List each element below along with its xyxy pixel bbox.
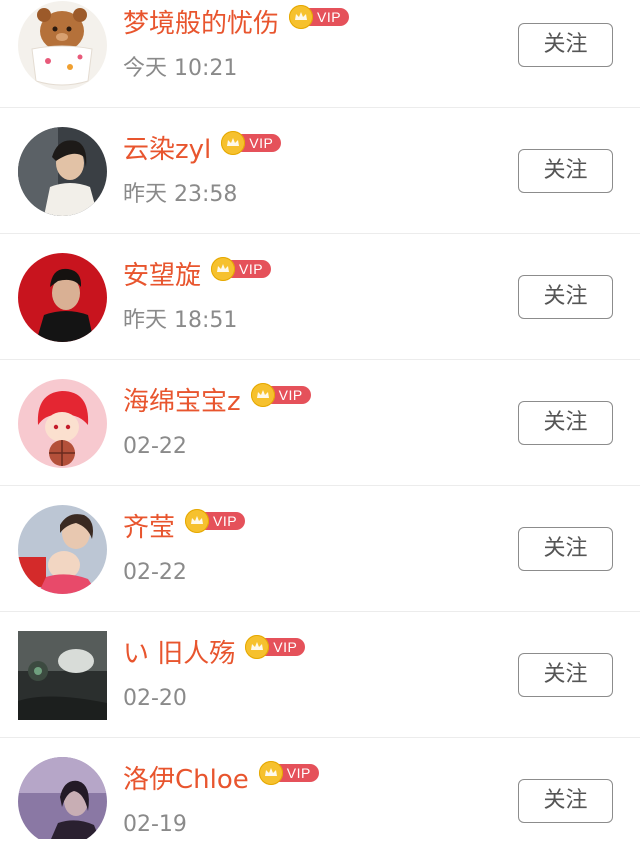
crown-icon — [211, 257, 236, 281]
list-item[interactable]: 海绵宝宝z VIP 02-22 关注 — [0, 360, 640, 486]
crown-icon — [221, 131, 246, 155]
timestamp: 02-22 — [123, 434, 187, 459]
user-name[interactable]: 安望旋 — [123, 256, 201, 296]
name-line: 洛伊Chloe VIP — [123, 760, 319, 800]
name-line: 云染zyl VIP — [123, 130, 282, 170]
list-item[interactable]: 梦境般的忧伤 VIP 今天 10:21 关注 — [0, 0, 640, 108]
vip-badge: VIP — [289, 5, 350, 29]
name-line: い 旧人殇 VIP — [123, 634, 306, 674]
timestamp: 02-22 — [123, 560, 187, 585]
timestamp: 昨天 23:58 — [123, 182, 238, 207]
follow-button[interactable]: 关注 — [518, 275, 613, 319]
follow-button[interactable]: 关注 — [518, 779, 613, 823]
crown-icon — [289, 5, 314, 29]
list-item[interactable]: 洛伊Chloe VIP 02-19 关注 — [0, 738, 640, 839]
crown-icon — [245, 635, 270, 659]
user-name[interactable]: 海绵宝宝z — [123, 382, 241, 422]
follow-button[interactable]: 关注 — [518, 23, 613, 67]
woman-portrait-avatar[interactable] — [18, 127, 107, 216]
follow-button[interactable]: 关注 — [518, 149, 613, 193]
vip-badge: VIP — [185, 509, 246, 533]
vip-badge: VIP — [250, 383, 311, 407]
timestamp: 02-19 — [123, 812, 187, 837]
vip-badge: VIP — [258, 761, 319, 785]
list-item[interactable]: 云染zyl VIP 昨天 23:58 关注 — [0, 108, 640, 234]
anime-red-hair-avatar[interactable] — [18, 379, 107, 468]
teddy-cup-avatar[interactable] — [18, 1, 107, 90]
crown-icon — [250, 383, 275, 407]
dark-art-avatar[interactable] — [18, 631, 107, 720]
crown-icon — [258, 761, 283, 785]
mother-baby-avatar[interactable] — [18, 505, 107, 594]
timestamp: 02-20 — [123, 686, 187, 711]
follow-button[interactable]: 关注 — [518, 653, 613, 697]
name-line: 海绵宝宝z VIP — [123, 382, 311, 422]
purple-portrait-avatar[interactable] — [18, 757, 107, 839]
vip-badge: VIP — [245, 635, 306, 659]
list-item[interactable]: 安望旋 VIP 昨天 18:51 关注 — [0, 234, 640, 360]
name-line: 齐莹 VIP — [123, 508, 246, 548]
user-name[interactable]: 洛伊Chloe — [123, 760, 249, 800]
vip-badge: VIP — [211, 257, 272, 281]
follower-list: 梦境般的忧伤 VIP 今天 10:21 关注 云染zyl VIP 昨天 23:5… — [0, 0, 640, 839]
timestamp: 今天 10:21 — [123, 56, 238, 81]
man-red-background-avatar[interactable] — [18, 253, 107, 342]
name-line: 梦境般的忧伤 VIP — [123, 4, 350, 44]
follow-button[interactable]: 关注 — [518, 527, 613, 571]
vip-badge: VIP — [221, 131, 282, 155]
crown-icon — [185, 509, 210, 533]
list-item[interactable]: い 旧人殇 VIP 02-20 关注 — [0, 612, 640, 738]
follow-button[interactable]: 关注 — [518, 401, 613, 445]
user-name[interactable]: い 旧人殇 — [123, 634, 235, 674]
timestamp: 昨天 18:51 — [123, 308, 238, 333]
list-item[interactable]: 齐莹 VIP 02-22 关注 — [0, 486, 640, 612]
name-line: 安望旋 VIP — [123, 256, 272, 296]
user-name[interactable]: 梦境般的忧伤 — [123, 4, 279, 44]
user-name[interactable]: 云染zyl — [123, 130, 211, 170]
user-name[interactable]: 齐莹 — [123, 508, 175, 548]
